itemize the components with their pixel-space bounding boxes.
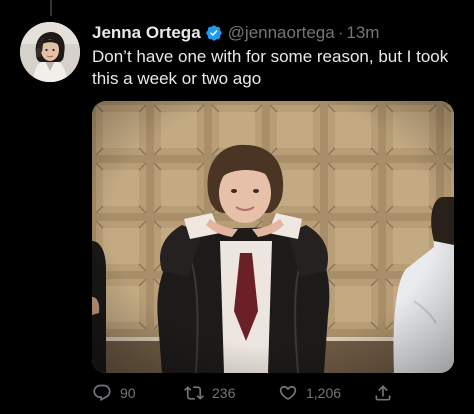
retweet-icon: [184, 383, 204, 403]
tweet-text: Don’t have one with for some reason, but…: [92, 47, 449, 88]
tweet-photo[interactable]: [92, 101, 454, 373]
thread-connector-line: [50, 0, 52, 16]
tweet-actions: 90 236 1,206: [92, 380, 392, 406]
avatar-photo: [20, 22, 80, 82]
tweet-header: Jenna Ortega @jennaortega · 13m: [92, 22, 379, 44]
reply-icon: [92, 383, 112, 403]
avatar[interactable]: [20, 22, 80, 82]
timestamp[interactable]: 13m: [346, 23, 379, 43]
like-count: 1,206: [306, 385, 342, 401]
like-button[interactable]: 1,206: [278, 380, 341, 406]
separator-dot: ·: [337, 23, 344, 42]
reply-button[interactable]: 90: [92, 380, 136, 406]
retweet-count: 236: [212, 385, 236, 401]
reply-count: 90: [120, 385, 136, 401]
verified-badge-icon: [205, 24, 223, 42]
heart-icon: [278, 383, 298, 403]
user-handle[interactable]: @jennaortega: [228, 23, 335, 43]
retweet-button[interactable]: 236: [184, 380, 235, 406]
share-icon: [373, 383, 393, 403]
display-name[interactable]: Jenna Ortega: [92, 23, 201, 43]
share-button[interactable]: [373, 380, 393, 406]
photo-image: [92, 101, 454, 373]
